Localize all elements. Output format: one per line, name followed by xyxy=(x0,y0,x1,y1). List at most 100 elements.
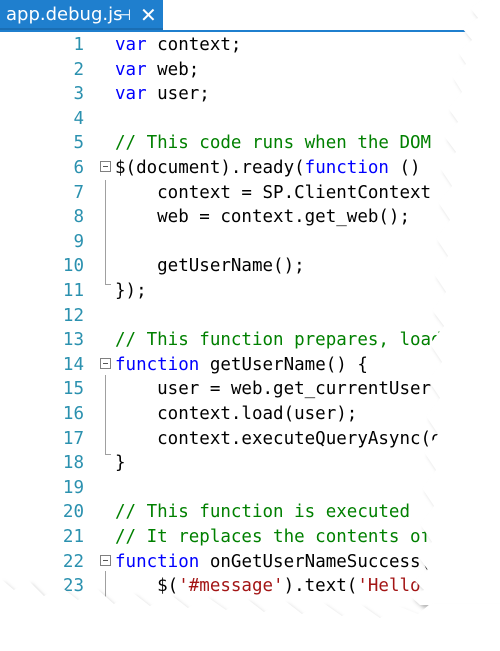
code-text: context = SP.ClientContext xyxy=(115,180,431,206)
line-number: 5 xyxy=(73,133,84,154)
line-number: 11 xyxy=(62,281,84,301)
code-text: user = web.get_currentUser xyxy=(115,376,431,402)
code-token: context; xyxy=(146,35,242,55)
code-text: // This function prepares, loads xyxy=(115,327,452,353)
code-token: user; xyxy=(146,84,210,105)
keyword-token: var xyxy=(115,35,147,55)
keyword-token: function xyxy=(115,551,200,572)
code-line[interactable]: 12 xyxy=(0,303,500,329)
line-number: 10 xyxy=(62,256,84,277)
code-text: context.executeQueryAsync(on xyxy=(115,426,452,452)
line-number: 13 xyxy=(62,330,84,351)
collapse-icon[interactable] xyxy=(100,161,111,172)
comment-token: // This code runs when the DOM xyxy=(115,133,432,154)
keyword-token: var xyxy=(115,84,147,105)
line-number: 12 xyxy=(62,305,84,326)
code-line[interactable]: 7 context = SP.ClientContext xyxy=(0,180,500,206)
code-text: context.load(user); xyxy=(115,401,357,427)
code-text: web = context.get_web(); xyxy=(115,204,410,230)
code-line[interactable]: 5 // This code runs when the DOM xyxy=(0,130,500,156)
code-line[interactable]: 6 $(document).ready(function () xyxy=(0,155,500,181)
code-line[interactable]: 9 xyxy=(0,229,500,255)
line-number: 16 xyxy=(62,404,84,424)
code-token: }); xyxy=(115,281,147,301)
comment-token: // This function is executed xyxy=(115,502,411,523)
line-number: 9 xyxy=(73,231,84,252)
code-line[interactable]: 13 // This function prepares, loads xyxy=(0,327,500,353)
collapse-icon[interactable] xyxy=(100,357,111,369)
line-number: 19 xyxy=(62,477,84,498)
code-line[interactable]: 15 user = web.get_currentUser xyxy=(0,376,500,402)
code-token: $(document).ready( xyxy=(115,158,305,178)
string-token: '#message' xyxy=(178,576,284,597)
code-text: var user; xyxy=(115,81,210,107)
code-token: web; xyxy=(146,59,200,80)
line-number: 4 xyxy=(73,108,84,129)
line-number: 3 xyxy=(73,84,84,105)
line-number: 21 xyxy=(62,527,84,547)
code-token: context = SP.ClientContext xyxy=(115,182,432,203)
pin-icon[interactable]: ⊣ xyxy=(118,0,131,30)
code-line[interactable]: 1 var context; xyxy=(0,32,500,58)
tab-title: app.debug.js xyxy=(6,4,123,25)
code-line[interactable]: 14 function getUserName() { xyxy=(0,352,500,378)
code-token: getUserName() { xyxy=(199,354,368,375)
code-text: function getUserName() { xyxy=(115,352,368,378)
code-line[interactable]: 3 var user; xyxy=(0,81,500,107)
code-text: // It replaces the contents of xyxy=(115,524,431,550)
code-line[interactable]: 11}); xyxy=(0,278,500,304)
line-number: 15 xyxy=(62,379,84,400)
line-number: 23 xyxy=(62,576,84,597)
code-text: // This code runs when the DOM xyxy=(115,130,431,156)
code-text: // This function is executed xyxy=(115,499,410,525)
code-token: context.executeQueryAsync(on xyxy=(115,428,453,449)
code-text: $(document).ready(function () xyxy=(115,155,421,181)
code-text: } xyxy=(115,450,126,476)
code-line[interactable]: 19 xyxy=(0,475,500,501)
code-line[interactable]: 16 context.load(user); xyxy=(0,401,500,427)
code-text: }); xyxy=(115,278,147,304)
code-line[interactable]: 22 function onGetUserNameSuccess() xyxy=(0,549,500,575)
keyword-token: function xyxy=(115,354,200,375)
code-token: user = web.get_currentUser xyxy=(115,379,432,400)
line-number: 18 xyxy=(62,453,84,474)
keyword-token: var xyxy=(115,59,147,80)
collapse-icon[interactable] xyxy=(100,554,111,566)
line-number: 7 xyxy=(73,182,84,203)
code-token: context.load(user); xyxy=(115,404,358,424)
line-number: 6 xyxy=(73,158,84,178)
code-line[interactable]: 17 context.executeQueryAsync(on xyxy=(0,426,500,452)
code-text: var context; xyxy=(115,32,241,58)
comment-token: // It replaces the contents of xyxy=(115,527,432,547)
code-token: } xyxy=(115,453,126,474)
line-number: 17 xyxy=(62,428,84,449)
code-token: ).text( xyxy=(283,576,358,597)
code-token: onGetUserNameSuccess() xyxy=(199,551,442,572)
close-icon[interactable]: ✕ xyxy=(140,0,157,30)
code-token: getUserName(); xyxy=(115,256,305,277)
code-text: $('#message').text('Hello xyxy=(115,573,421,599)
line-number: 2 xyxy=(73,59,84,80)
code-line[interactable]: 18} xyxy=(0,450,500,476)
code-line[interactable]: 4 xyxy=(0,106,500,132)
code-line[interactable]: 20 // This function is executed xyxy=(0,499,500,525)
string-token: 'Hello xyxy=(357,576,421,597)
comment-token: // This function prepares, loads xyxy=(115,330,453,351)
code-line[interactable]: 2 var web; xyxy=(0,57,500,83)
code-line[interactable]: 8 web = context.get_web(); xyxy=(0,204,500,230)
tab-strip: app.debug.js ⊣ ✕ xyxy=(0,0,500,30)
line-number: 20 xyxy=(62,502,84,523)
code-token: web = context.get_web(); xyxy=(115,207,411,228)
file-tab[interactable]: app.debug.js ⊣ ✕ xyxy=(0,0,163,30)
line-number: 8 xyxy=(73,207,84,228)
code-text: getUserName(); xyxy=(115,253,305,279)
code-line[interactable]: 23 $('#message').text('Hello xyxy=(0,573,500,599)
line-number: 22 xyxy=(62,551,84,572)
code-token: () xyxy=(388,158,421,178)
code-editor[interactable]: 1 var context; 2 var web; 3 var user; 4 5 // Thi… xyxy=(0,32,500,651)
line-number: 1 xyxy=(73,35,84,55)
line-number: 14 xyxy=(62,354,84,375)
code-line[interactable]: 10 getUserName(); xyxy=(0,253,500,279)
keyword-token: function xyxy=(304,158,389,178)
code-line[interactable]: 21 // It replaces the contents of xyxy=(0,524,500,550)
